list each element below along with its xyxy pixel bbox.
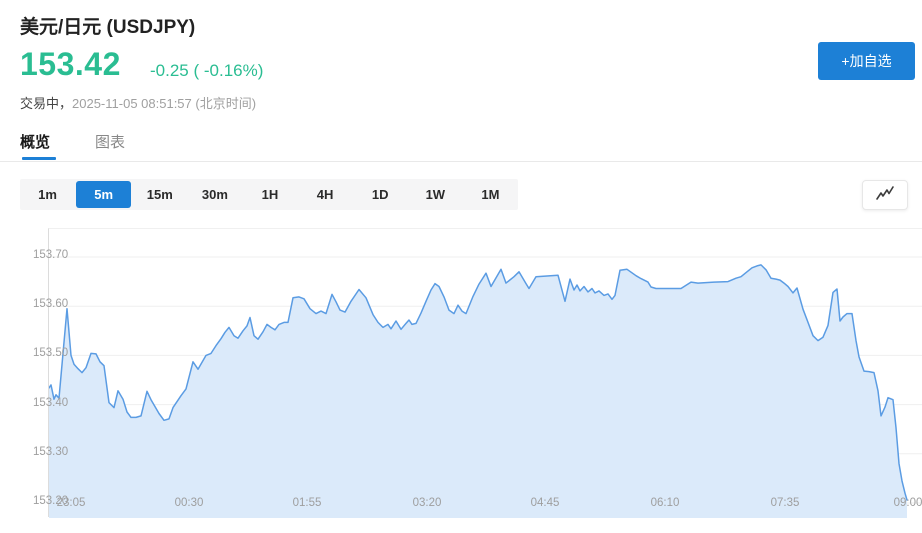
tab-divider xyxy=(0,161,922,162)
chart-type-button[interactable] xyxy=(862,180,908,210)
interval-button-15m[interactable]: 15m xyxy=(132,179,187,210)
tab-overview[interactable]: 概览 xyxy=(20,131,50,152)
price-change: -0.25 ( -0.16%) xyxy=(150,61,263,81)
interval-button-30m[interactable]: 30m xyxy=(187,179,242,210)
timezone-note: (北京时间) xyxy=(195,96,256,111)
interval-button-1d[interactable]: 1D xyxy=(353,179,408,210)
trend-line-icon xyxy=(874,185,896,206)
tab-chart[interactable]: 图表 xyxy=(95,131,125,152)
page-title: 美元/日元 (USDJPY) xyxy=(20,12,195,39)
quote-timestamp: 2025-11-05 08:51:57 xyxy=(72,96,192,111)
interval-button-1m[interactable]: 1M xyxy=(463,179,518,210)
interval-toolbar: 1m5m15m30m1H4H1D1W1M xyxy=(20,179,518,210)
interval-button-1h[interactable]: 1H xyxy=(242,179,297,210)
add-watchlist-button[interactable]: +加自选 xyxy=(818,42,915,80)
active-tab-underline xyxy=(22,157,56,160)
tab-bar: 概览 图表 xyxy=(20,131,125,152)
status-line: 交易中，2025-11-05 08:51:57 (北京时间) xyxy=(20,93,256,112)
interval-button-4h[interactable]: 4H xyxy=(298,179,353,210)
chart-plot[interactable]: 153.70153.60153.50153.40153.30153.2023:0… xyxy=(48,228,922,517)
trading-status: 交易中， xyxy=(20,96,72,111)
area-fill xyxy=(49,265,907,518)
interval-button-1w[interactable]: 1W xyxy=(408,179,463,210)
interval-button-5m[interactable]: 5m xyxy=(76,181,131,208)
quote-page: 美元/日元 (USDJPY) 153.42 -0.25 ( -0.16%) 交易… xyxy=(0,0,922,533)
price-area-chart[interactable] xyxy=(49,229,922,518)
interval-button-1m[interactable]: 1m xyxy=(20,179,75,210)
price-value: 153.42 xyxy=(20,46,121,83)
